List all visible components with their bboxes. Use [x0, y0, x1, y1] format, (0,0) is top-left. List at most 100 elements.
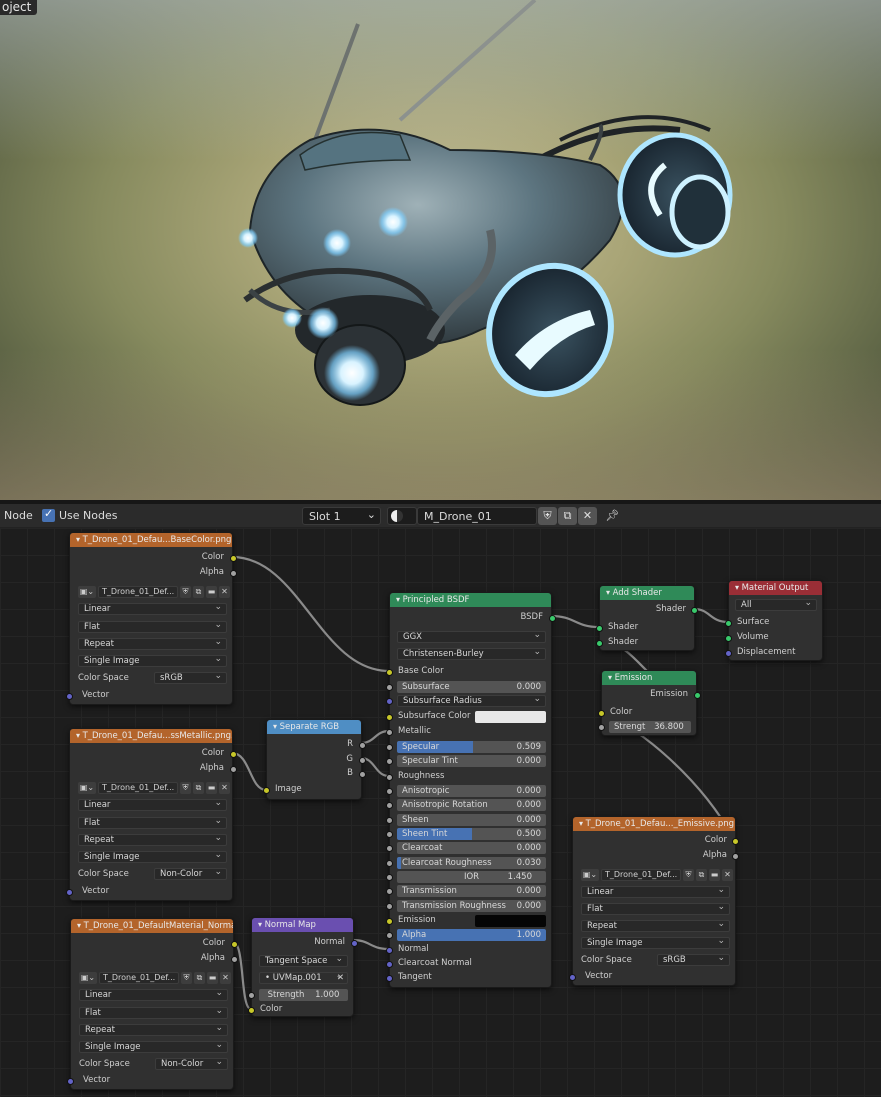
socket-specular-in[interactable]	[386, 744, 393, 751]
space-dropdown[interactable]: Tangent Space	[259, 955, 348, 967]
socket-sheen-tint-in[interactable]	[386, 831, 393, 838]
sheen-tint-slider[interactable]: Sheen Tint 0.500	[397, 828, 546, 840]
socket-bsdf-out[interactable]	[549, 615, 556, 622]
image-browse-icon[interactable]: ▣⌄	[78, 586, 96, 598]
socket-alpha-out[interactable]	[230, 570, 237, 577]
close-icon[interactable]: ✕	[219, 782, 230, 794]
extension-dropdown[interactable]: Repeat	[78, 834, 227, 846]
socket-surface-in[interactable]	[725, 620, 732, 627]
specular-slider[interactable]: Specular 0.509	[397, 741, 546, 753]
close-icon[interactable]: ✕	[337, 973, 344, 983]
socket-alpha-out[interactable]	[231, 956, 238, 963]
node-separate-rgb[interactable]: Separate RGB R G B Image	[263, 719, 366, 800]
node-texture-metallic[interactable]: T_Drone_01_Defau...ssMetallic.png.001 Co…	[66, 728, 237, 901]
socket-clearcoat-normal-in[interactable]	[386, 961, 393, 968]
clearcoat-roughness-slider[interactable]: Clearcoat Roughness 0.030	[397, 857, 546, 869]
strength-field[interactable]: Strengt 36.800	[609, 721, 691, 733]
color-space-dropdown[interactable]: sRGB	[154, 672, 227, 684]
anisotropic-slider[interactable]: Anisotropic 0.000	[397, 785, 546, 797]
node-texture-basecolor[interactable]: T_Drone_01_Defau...BaseColor.png.001 Col…	[66, 532, 237, 705]
socket-alpha-in[interactable]	[386, 932, 393, 939]
interpolation-dropdown[interactable]: Linear	[79, 989, 228, 1001]
socket-base-color-in[interactable]	[386, 669, 393, 676]
socket-vector-in[interactable]	[66, 889, 73, 896]
interpolation-dropdown[interactable]: Linear	[78, 799, 227, 811]
image-name[interactable]: T_Drone_01_Def...	[601, 869, 681, 881]
socket-color-in[interactable]	[598, 710, 605, 717]
close-icon[interactable]: ✕	[722, 869, 733, 881]
fake-user-shield-icon[interactable]: ⛨	[181, 972, 192, 984]
close-icon[interactable]: ✕	[219, 586, 230, 598]
node-normal-map[interactable]: Normal Map Normal Tangent Space • UVMap.…	[248, 917, 358, 1017]
alpha-slider[interactable]: Alpha 1.000	[397, 929, 546, 941]
fake-user-shield-icon[interactable]: ⛨	[683, 869, 694, 881]
open-folder-icon[interactable]: ▬	[207, 972, 218, 984]
drone-model[interactable]	[0, 0, 881, 500]
slot-dropdown[interactable]: Slot 1 ⌄	[302, 507, 381, 525]
socket-normal-in[interactable]	[386, 947, 393, 954]
image-selector[interactable]: ▣⌄ T_Drone_01_Def... ⛨ ⧉ ▬ ✕	[79, 972, 231, 985]
socket-specular-tint-in[interactable]	[386, 758, 393, 765]
image-name[interactable]: T_Drone_01_Def...	[99, 972, 179, 984]
ior-field[interactable]: IOR 1.450	[397, 871, 546, 883]
subsurface-field[interactable]: Subsurface 0.000	[397, 681, 546, 693]
image-browse-icon[interactable]: ▣⌄	[581, 869, 599, 881]
socket-r-out[interactable]	[359, 742, 366, 749]
socket-b-out[interactable]	[359, 771, 366, 778]
image-selector[interactable]: ▣⌄ T_Drone_01_Def... ⛨ ⧉ ▬ ✕	[78, 586, 230, 599]
interpolation-dropdown[interactable]: Linear	[78, 603, 227, 615]
image-name[interactable]: T_Drone_01_Def...	[98, 586, 178, 598]
node-emission[interactable]: Emission Emission Color Strengt 36.800	[598, 670, 701, 736]
socket-emission-out[interactable]	[694, 692, 701, 699]
color-space-dropdown[interactable]: Non-Color	[155, 1058, 228, 1070]
uv-map-field[interactable]: • UVMap.001 ✕	[259, 972, 348, 984]
3d-viewport[interactable]: oject	[0, 0, 881, 500]
socket-image-in[interactable]	[263, 787, 270, 794]
transmission-roughness-slider[interactable]: Transmission Roughness 0.000	[397, 900, 546, 912]
subsurface-color-swatch[interactable]	[475, 711, 546, 723]
socket-displacement-in[interactable]	[725, 650, 732, 657]
fake-user-shield-icon[interactable]: ⛨	[538, 507, 557, 525]
unlink-material-icon[interactable]: ✕	[578, 507, 597, 525]
socket-anisotropic-rotation-in[interactable]	[386, 802, 393, 809]
projection-dropdown[interactable]: Flat	[78, 817, 227, 829]
strength-field[interactable]: Strength 1.000	[259, 989, 348, 1001]
socket-normal-out[interactable]	[351, 940, 358, 947]
projection-dropdown[interactable]: Flat	[78, 621, 227, 633]
use-nodes-checkbox[interactable]	[42, 507, 55, 522]
socket-color-out[interactable]	[230, 751, 237, 758]
socket-transmission-in[interactable]	[386, 888, 393, 895]
extension-dropdown[interactable]: Repeat	[79, 1024, 228, 1036]
socket-clearcoat-in[interactable]	[386, 845, 393, 852]
fake-user-shield-icon[interactable]: ⛨	[180, 782, 191, 794]
image-browse-icon[interactable]: ▣⌄	[79, 972, 97, 984]
node-add-shader[interactable]: Add Shader Shader Shader Shader	[596, 585, 698, 651]
socket-color-in[interactable]	[248, 1007, 255, 1014]
subsurface-method-dropdown[interactable]: Christensen-Burley	[397, 648, 546, 660]
socket-vector-in[interactable]	[67, 1078, 74, 1085]
source-dropdown[interactable]: Single Image	[581, 937, 730, 949]
socket-alpha-out[interactable]	[230, 766, 237, 773]
target-dropdown[interactable]: All	[735, 599, 817, 611]
fake-user-shield-icon[interactable]: ⛨	[180, 586, 191, 598]
socket-strength-in[interactable]	[598, 724, 605, 731]
duplicate-image-icon[interactable]: ⧉	[194, 972, 205, 984]
socket-vector-in[interactable]	[569, 974, 576, 981]
socket-roughness-in[interactable]	[386, 774, 393, 781]
image-browse-icon[interactable]: ▣⌄	[78, 782, 96, 794]
node-menu[interactable]: Node	[4, 509, 33, 522]
socket-alpha-out[interactable]	[732, 853, 739, 860]
socket-color-out[interactable]	[231, 941, 238, 948]
duplicate-material-icon[interactable]: ⧉	[558, 507, 577, 525]
clearcoat-slider[interactable]: Clearcoat 0.000	[397, 842, 546, 854]
socket-shader-2-in[interactable]	[596, 640, 603, 647]
projection-dropdown[interactable]: Flat	[581, 903, 730, 915]
node-material-output[interactable]: Material Output All Surface Volume Displ…	[725, 580, 823, 661]
socket-volume-in[interactable]	[725, 635, 732, 642]
interpolation-dropdown[interactable]: Linear	[581, 886, 730, 898]
socket-vector-in[interactable]	[66, 693, 73, 700]
node-texture-emissive[interactable]: T_Drone_01_Defau..._Emissive.png.001 Col…	[569, 816, 739, 986]
source-dropdown[interactable]: Single Image	[78, 851, 227, 863]
socket-ior-in[interactable]	[386, 874, 393, 881]
color-space-dropdown[interactable]: sRGB	[657, 954, 730, 966]
